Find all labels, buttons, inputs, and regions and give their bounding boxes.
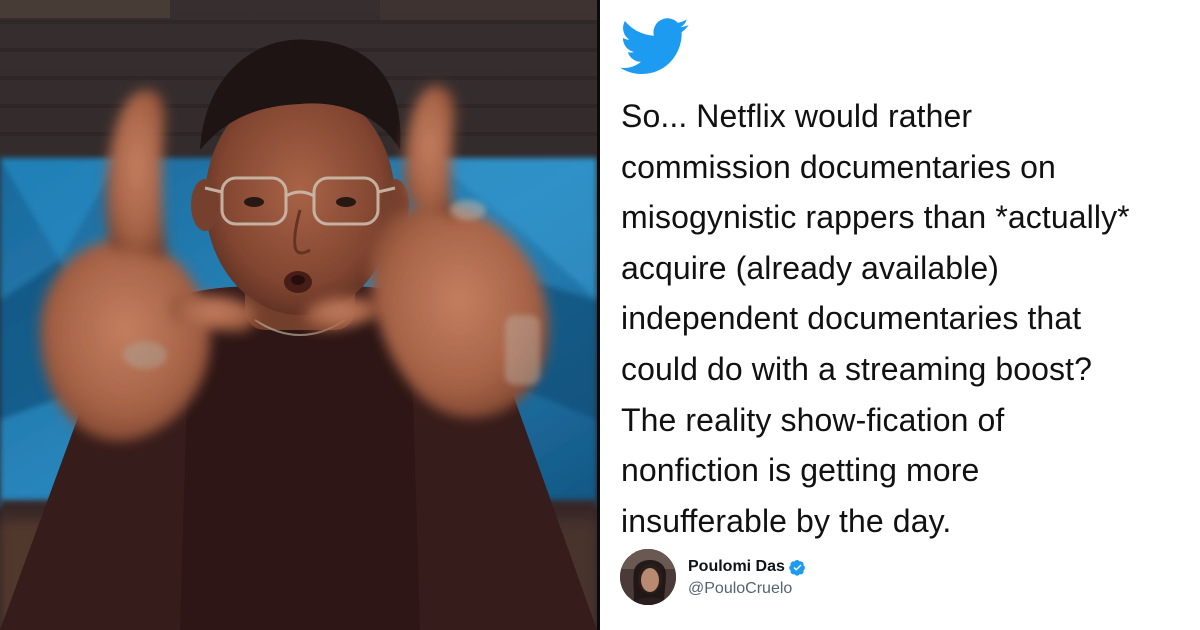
hero-photo: [0, 0, 597, 630]
author-handle[interactable]: @PouloCruelo: [688, 580, 806, 598]
author-name-row: Poulomi Das: [688, 556, 806, 578]
tweet-card: So... Netflix would rather commission do…: [600, 0, 1200, 630]
author-name[interactable]: Poulomi Das: [688, 558, 785, 576]
person-photo: [0, 0, 597, 630]
avatar-image: [620, 549, 676, 605]
twitter-bird-icon: [620, 18, 689, 74]
avatar[interactable]: [620, 549, 676, 605]
tweet-text: So... Netflix would rather commission do…: [621, 98, 1130, 539]
social-card: So... Netflix would rather commission do…: [0, 0, 1200, 630]
verified-badge-icon: [789, 559, 805, 576]
tweet-author[interactable]: Poulomi Das @PouloCruelo: [620, 548, 806, 606]
author-meta: Poulomi Das @PouloCruelo: [688, 556, 806, 598]
